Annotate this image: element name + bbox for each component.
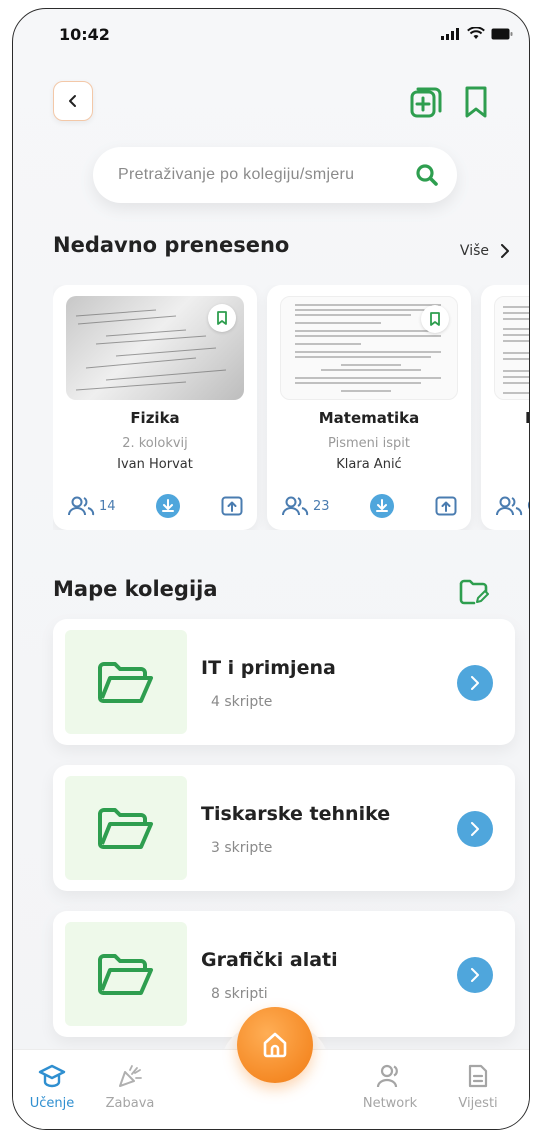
users-icon [282, 496, 309, 516]
card-subtitle: 2. kolokvij [122, 436, 188, 451]
phone-screen: 10:42 Pretraživanje po kolegiju/smjeru N… [12, 8, 530, 1130]
upload-button[interactable] [435, 496, 457, 516]
folder-count: 8 skripti [211, 986, 268, 1002]
document-card[interactable]: I 6 [481, 285, 529, 530]
document-thumbnail [494, 296, 529, 400]
card-title: Fizika [130, 409, 180, 427]
bookmark-icon [217, 311, 227, 325]
bookmark-button[interactable] [463, 85, 489, 119]
add-document-button[interactable] [409, 85, 443, 119]
document-thumbnail [66, 296, 244, 400]
folders-section-title: Mape kolegija [53, 577, 218, 601]
wifi-icon [467, 27, 485, 39]
card-users: 14 [67, 496, 116, 516]
folder-icon-box [65, 922, 187, 1026]
folder-open-icon [98, 954, 153, 995]
folder-name: Grafički alati [201, 949, 338, 971]
card-users-count: 6 [527, 499, 529, 514]
card-users: 23 [281, 496, 330, 516]
open-folder-button[interactable] [457, 957, 493, 993]
card-users-count: 14 [99, 498, 116, 514]
folder-icon-box [65, 776, 187, 880]
card-author: Klara Anić [336, 457, 402, 472]
chevron-right-icon [471, 676, 479, 690]
nav-label-network: Network [362, 1096, 418, 1111]
card-author: Ivan Horvat [117, 457, 193, 472]
folder-name: IT i primjena [201, 657, 336, 679]
users-icon [68, 496, 95, 516]
users-icon [496, 496, 523, 516]
folder-card[interactable]: IT i primjena 4 skripte [53, 619, 515, 745]
download-button[interactable] [156, 494, 181, 518]
card-footer: 23 [281, 493, 457, 519]
graduation-cap-icon [38, 1064, 66, 1088]
chevron-right-icon [471, 822, 479, 836]
nav-label-learning: Učenje [29, 1096, 75, 1111]
nav-item-news[interactable]: Vijesti [443, 1064, 513, 1111]
card-users-count: 23 [313, 498, 330, 514]
nav-item-network[interactable]: Network [355, 1064, 425, 1111]
folder-name: Tiskarske tehnike [201, 803, 391, 825]
home-button[interactable] [237, 1007, 313, 1083]
search-input[interactable] [118, 166, 415, 184]
more-link[interactable]: Više [460, 243, 511, 259]
search-bar [93, 147, 457, 203]
bookmark-icon [430, 312, 440, 326]
card-bookmark-button[interactable] [208, 304, 236, 332]
open-folder-button[interactable] [457, 665, 493, 701]
news-icon [468, 1064, 488, 1088]
recent-cards: Fizika 2. kolokvij Ivan Horvat 14 Matema… [53, 285, 529, 530]
recent-section-title: Nedavno preneseno [53, 233, 290, 257]
edit-folder-button[interactable] [459, 579, 489, 605]
search-icon[interactable] [415, 163, 439, 187]
folder-count: 3 skripte [211, 840, 273, 856]
card-users: 6 [495, 496, 529, 516]
folder-open-icon [98, 662, 153, 703]
status-time: 10:42 [59, 25, 110, 44]
party-icon [119, 1065, 142, 1087]
top-actions [409, 85, 489, 119]
people-icon [376, 1064, 398, 1088]
folder-count: 4 skripte [211, 694, 273, 710]
folder-open-icon [98, 808, 153, 849]
document-card[interactable]: Matematika Pismeni ispit Klara Anić 23 [267, 285, 471, 530]
home-icon [263, 1032, 287, 1058]
document-card[interactable]: Fizika 2. kolokvij Ivan Horvat 14 [53, 285, 257, 530]
back-button[interactable] [53, 81, 93, 121]
nav-item-fun[interactable]: Zabava [95, 1064, 165, 1111]
card-title: Matematika [318, 409, 420, 427]
nav-label-news: Vijesti [458, 1096, 498, 1111]
card-bookmark-button[interactable] [421, 305, 449, 333]
folder-icon-box [65, 630, 187, 734]
card-footer: 14 [67, 493, 243, 519]
status-bar: 10:42 [13, 9, 529, 49]
document-thumbnail [280, 296, 458, 400]
status-icons [441, 27, 513, 40]
folder-card[interactable]: Tiskarske tehnike 3 skripte [53, 765, 515, 891]
open-folder-button[interactable] [457, 811, 493, 847]
more-label: Više [459, 243, 489, 259]
document-preview-image [503, 306, 529, 394]
battery-icon [491, 28, 513, 39]
signal-icon [441, 27, 459, 40]
card-footer: 6 [495, 493, 529, 519]
nav-item-learning[interactable]: Učenje [17, 1064, 87, 1111]
upload-button[interactable] [221, 496, 243, 516]
chevron-right-icon [501, 244, 509, 258]
card-subtitle: Pismeni ispit [328, 436, 410, 451]
nav-label-fun: Zabava [105, 1096, 155, 1111]
chevron-right-icon [471, 968, 479, 982]
card-title: I [481, 409, 529, 427]
chevron-left-icon [69, 95, 76, 107]
download-button[interactable] [370, 494, 395, 518]
